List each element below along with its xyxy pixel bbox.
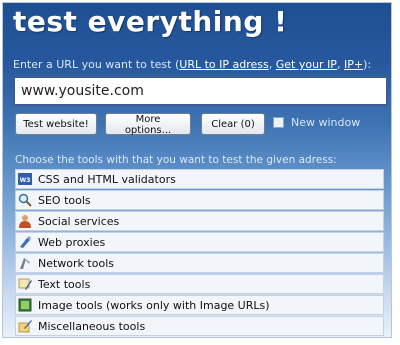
new-window-checkbox[interactable] xyxy=(273,117,284,128)
image-icon xyxy=(18,298,32,312)
tool-label: Text tools xyxy=(38,277,91,291)
page-frame: test everything ! Enter a URL you want t… xyxy=(2,2,392,338)
url-prompt-sep1: , xyxy=(268,58,276,71)
proxy-icon xyxy=(18,235,32,249)
tool-label: Network tools xyxy=(38,256,114,270)
svg-text:W3: W3 xyxy=(20,177,31,184)
url-prompt-end: ): xyxy=(363,58,372,71)
tools-heading: Choose the tools with that you want to t… xyxy=(15,154,337,166)
tool-label: CSS and HTML validators xyxy=(38,172,176,186)
text-icon xyxy=(18,277,32,291)
validator-icon: W3 xyxy=(18,172,32,186)
clear-button[interactable]: Clear (0) xyxy=(201,113,265,135)
url-prompt-sep2: , xyxy=(336,58,344,71)
url-prompt: Enter a URL you want to test (URL to IP … xyxy=(13,58,371,71)
magnifier-icon xyxy=(18,193,32,207)
tool-item-social[interactable]: Social services xyxy=(15,211,384,231)
url-to-ip-link[interactable]: URL to IP adress xyxy=(179,58,268,71)
tool-item-image[interactable]: Image tools (works only with Image URLs) xyxy=(15,295,384,315)
user-icon xyxy=(18,214,32,228)
network-icon xyxy=(18,256,32,270)
ip-plus-link[interactable]: IP+ xyxy=(344,58,363,71)
tool-item-seo[interactable]: SEO tools xyxy=(15,190,384,210)
tool-label: Web proxies xyxy=(38,235,106,249)
tools-list: W3 CSS and HTML validators SEO tools Soc… xyxy=(15,169,384,337)
tool-item-validators[interactable]: W3 CSS and HTML validators xyxy=(15,169,384,189)
tool-item-network[interactable]: Network tools xyxy=(15,253,384,273)
tool-item-text[interactable]: Text tools xyxy=(15,274,384,294)
test-website-button[interactable]: Test website! xyxy=(15,113,97,135)
new-window-label: New window xyxy=(291,116,361,129)
get-your-ip-link[interactable]: Get your IP xyxy=(276,58,337,71)
tool-label: SEO tools xyxy=(38,193,91,207)
tool-label: Social services xyxy=(38,214,120,228)
tool-label: Miscellaneous tools xyxy=(38,319,146,333)
tool-label: Image tools (works only with Image URLs) xyxy=(38,298,270,312)
site-logo: test everything ! xyxy=(13,5,288,38)
tool-item-proxies[interactable]: Web proxies xyxy=(15,232,384,252)
url-input[interactable] xyxy=(13,76,388,106)
url-prompt-text: Enter a URL you want to test ( xyxy=(13,58,180,71)
misc-icon xyxy=(18,319,32,333)
more-options-button[interactable]: More options... xyxy=(105,113,191,136)
tool-item-misc[interactable]: Miscellaneous tools xyxy=(15,316,384,336)
